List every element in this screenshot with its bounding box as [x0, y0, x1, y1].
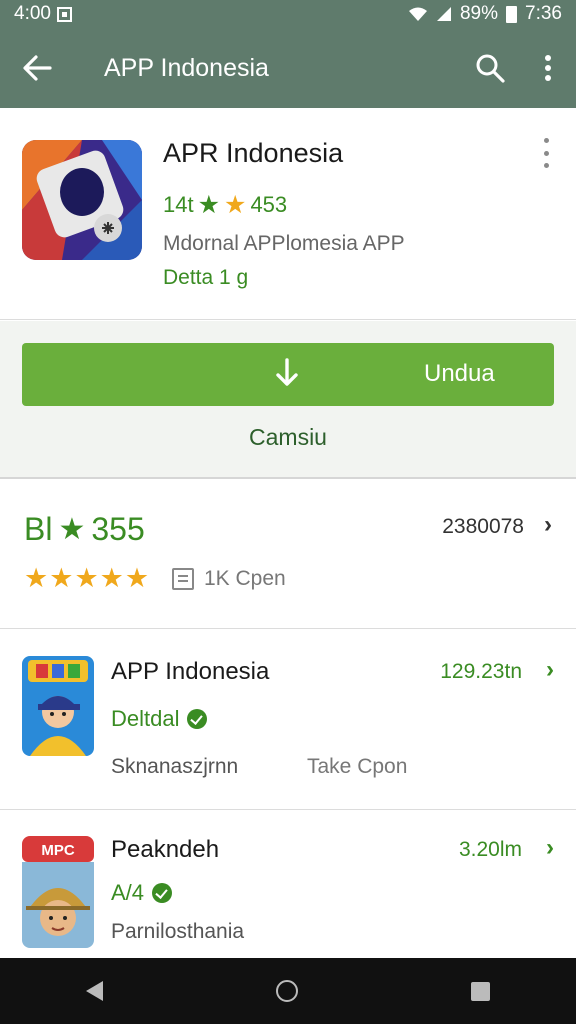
nav-home-icon[interactable] — [275, 980, 298, 1002]
cancel-link[interactable]: Camsiu — [0, 424, 576, 451]
app-rating: 14t ★ ★ 453 — [163, 192, 287, 218]
star-icon: ★ — [99, 563, 124, 593]
status-time-right: 7:36 — [525, 3, 562, 24]
rating-count: 2380078 — [442, 515, 524, 538]
verified-icon — [152, 883, 173, 903]
document-icon — [172, 568, 194, 590]
game-avatar-icon — [22, 656, 94, 756]
status-bar: 4:00 89% 7:36 — [0, 0, 576, 28]
dot — [543, 163, 549, 168]
list-item-badge: A/4 — [111, 880, 173, 906]
game-avatar-hat-icon: MPC — [22, 836, 94, 948]
open-note-text: 1K Cpen — [204, 567, 286, 590]
rating-value: 355 — [91, 511, 145, 547]
game-avatar-hat-art: MPC — [22, 836, 94, 948]
star-rating: ★ ★ ★ ★ ★ — [24, 563, 149, 594]
list-item-badge: Deltdal — [111, 706, 208, 732]
verified-icon — [187, 709, 208, 729]
app-badge: Detta 1 g — [163, 266, 249, 289]
star-icon: ★ — [58, 513, 86, 546]
system-nav-bar — [0, 958, 576, 1024]
star-icon: ★ — [49, 563, 74, 593]
list-item[interactable]: APP Indonesia 129.23tn › Deltdal Sknanas… — [0, 630, 576, 810]
rating-right-text: 453 — [250, 192, 288, 217]
install-button[interactable]: Undua — [22, 343, 554, 406]
game-avatar-icon-art — [22, 656, 94, 756]
dot — [543, 150, 549, 156]
rating-left-text: 14t — [163, 192, 194, 217]
list-item-title: APP Indonesia — [111, 658, 270, 685]
list-item-badge-text: Deltdal — [111, 706, 180, 731]
signal-icon — [436, 7, 451, 21]
app-logo-icon — [22, 140, 142, 260]
overflow-menu-button[interactable] — [520, 28, 576, 108]
star-icon: ★ — [224, 190, 247, 219]
star-icon: ★ — [24, 563, 49, 593]
list-item[interactable]: MPC Peakndeh 3.20lm › A/4 Parnilosthania — [0, 810, 576, 958]
star-icon: ★ — [197, 190, 221, 219]
rating-section[interactable]: Bl ★ 355 2380078 › ★ ★ ★ ★ ★ 1K Cpen — [0, 481, 576, 629]
nav-back-icon[interactable] — [86, 981, 104, 1001]
chevron-right-icon[interactable]: › — [546, 656, 554, 684]
battery-icon — [506, 5, 518, 23]
status-time-left: 4:00 — [14, 3, 51, 24]
list-item-size: 129.23tn — [440, 660, 522, 683]
notification-icon — [56, 6, 72, 22]
list-item-title: Peakndeh — [111, 836, 220, 863]
rating-label: Bl — [24, 511, 53, 547]
top-toolbar: APP Indonesia — [0, 28, 576, 108]
back-button[interactable] — [0, 28, 74, 108]
battery-percent: 89% — [459, 3, 499, 24]
nav-recents-icon[interactable] — [470, 981, 490, 1001]
list-item-icon-text: MPC — [41, 842, 75, 859]
open-note: 1K Cpen — [172, 567, 286, 591]
app-developer[interactable]: Mdornal APPlomesia APP — [163, 232, 405, 256]
star-icon: ★ — [74, 563, 99, 593]
app-title: APR Indonesia — [163, 138, 344, 168]
list-item-badge-text: A/4 — [111, 880, 145, 905]
app-more-button[interactable] — [534, 138, 558, 168]
list-item-size: 3.20lm — [458, 838, 522, 861]
app-header-card: APR Indonesia 14t ★ ★ 453 Mdornal APPlom… — [0, 108, 576, 320]
app-icon — [22, 140, 142, 260]
big-rating: Bl ★ 355 — [24, 511, 145, 548]
install-section: Undua Camsiu — [0, 321, 576, 479]
star-icon: ★ — [124, 563, 150, 593]
install-button-label: Undua — [424, 360, 495, 387]
search-button[interactable] — [460, 28, 520, 108]
search-icon — [476, 54, 505, 83]
list-item-meta-secondary: Take Cpon — [307, 755, 408, 778]
arrow-left-icon — [23, 55, 52, 81]
chevron-right-icon[interactable]: › — [544, 511, 552, 539]
dot — [543, 138, 549, 143]
list-item-meta: Parnilosthania — [111, 920, 245, 943]
chevron-right-icon[interactable]: › — [546, 834, 554, 862]
download-icon — [276, 358, 298, 386]
list-item-meta: Sknanaszjrnn — [111, 755, 239, 778]
wifi-icon — [408, 7, 427, 21]
toolbar-title: APP Indonesia — [104, 53, 269, 82]
more-vertical-icon — [545, 55, 551, 81]
